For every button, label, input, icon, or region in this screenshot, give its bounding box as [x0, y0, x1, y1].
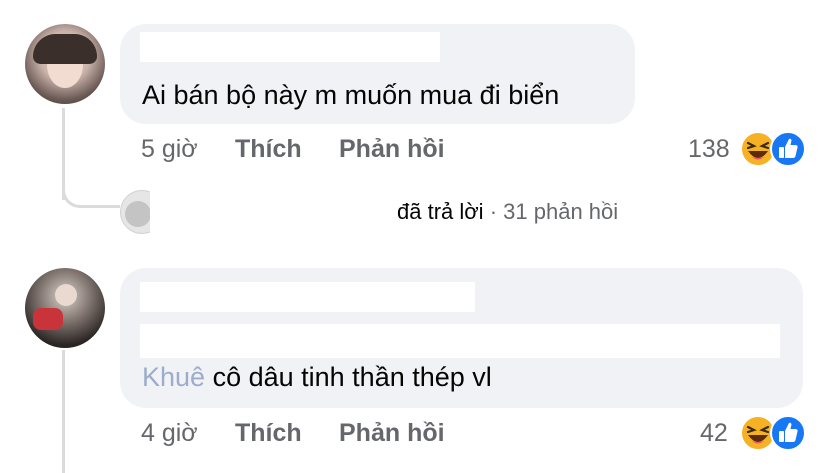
redacted-replier [150, 186, 388, 238]
comment-text-2: Khuê cô dâu tinh thần thép vl [142, 362, 492, 393]
reaction-count[interactable]: 138 [688, 135, 730, 164]
replied-label: đã trả lời [397, 199, 484, 224]
comment-time-2[interactable]: 4 giờ [141, 419, 198, 448]
reaction-icons-2[interactable] [740, 415, 806, 451]
mention-link[interactable]: Khuê [142, 362, 205, 392]
like-button[interactable]: Thích [235, 135, 302, 164]
like-button-2[interactable]: Thích [235, 419, 302, 448]
thread-elbow [62, 170, 120, 208]
dot-separator: · [489, 199, 498, 224]
reply-button-2[interactable]: Phản hồi [339, 419, 445, 448]
comment-time[interactable]: 5 giờ [141, 135, 198, 164]
comment-body: cô dâu tinh thần thép vl [212, 362, 492, 392]
reply-button[interactable]: Phản hồi [339, 135, 445, 164]
reaction-icons[interactable] [740, 131, 806, 167]
replies-count: 31 phản hồi [503, 199, 619, 224]
redacted-name [140, 32, 440, 62]
comment-bubble-2: Khuê cô dâu tinh thần thép vl [120, 268, 803, 408]
comment-text: Ai bán bộ này m muốn mua đi biển [142, 80, 560, 110]
thread-line-2 [62, 350, 65, 473]
comment-bubble: Ai bán bộ này m muốn mua đi biển [120, 24, 635, 124]
commenter-avatar-2[interactable] [25, 268, 105, 348]
redacted-mention [140, 324, 780, 358]
replies-summary[interactable]: đã trả lời · 31 phản hồi [397, 199, 618, 225]
reaction-count-2[interactable]: 42 [700, 419, 728, 448]
like-reaction-icon [770, 131, 806, 167]
like-reaction-icon [770, 415, 806, 451]
redacted-name-2 [140, 282, 475, 312]
commenter-avatar[interactable] [25, 24, 105, 104]
